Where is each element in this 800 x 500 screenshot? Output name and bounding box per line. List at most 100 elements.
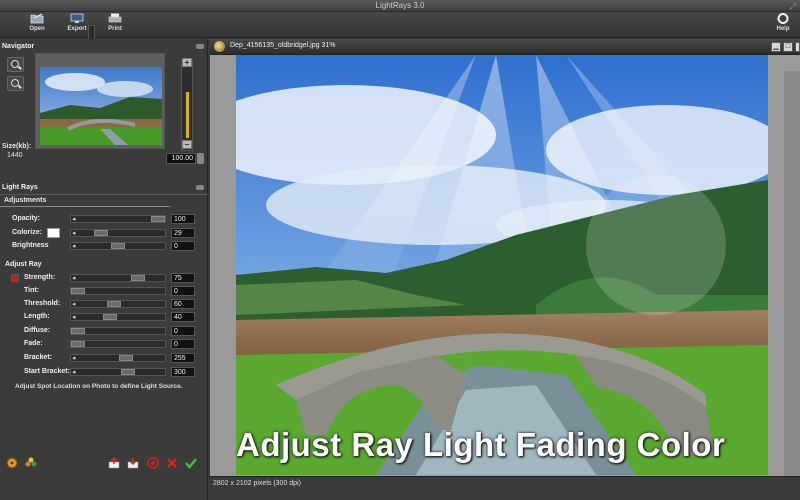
- threshold-slider[interactable]: ◂: [70, 300, 166, 308]
- start-bracket-value-field[interactable]: 300: [171, 367, 195, 377]
- load-preset-icon[interactable]: [108, 457, 120, 469]
- help-button[interactable]: Help: [768, 13, 798, 32]
- strength-value-field[interactable]: 75: [171, 273, 195, 283]
- reset-target-icon[interactable]: [147, 457, 159, 469]
- fade-slider[interactable]: ◂: [70, 340, 166, 348]
- opacity-slider-thumb[interactable]: [151, 216, 165, 222]
- strength-slider[interactable]: ◂: [70, 274, 166, 282]
- print-button-label: Print: [108, 26, 122, 32]
- tint-slider[interactable]: ◂: [70, 287, 166, 295]
- presets-flower-icon[interactable]: [25, 457, 37, 469]
- window-titlebar: LightRays 3.0 ⤢: [0, 0, 800, 12]
- document-statusbar: 2802 x 2102 pixels (300 dpi): [210, 476, 800, 500]
- brightness-value-field[interactable]: 0: [171, 241, 195, 251]
- colorize-color-swatch[interactable]: [47, 228, 60, 238]
- opacity-value-field[interactable]: 100: [171, 214, 195, 224]
- bracket-slider-thumb[interactable]: [119, 355, 133, 361]
- start-bracket-label: Start Bracket:: [24, 368, 70, 375]
- export-monitor-icon: [70, 13, 84, 23]
- slider-arrow-icon: ◂: [72, 355, 76, 362]
- lightrays-collapse-icon[interactable]: [196, 185, 204, 190]
- main-toolbar: Open Export Print Help: [0, 12, 800, 46]
- brightness-row: Brightness ◂ 0: [0, 241, 208, 252]
- save-preset-icon[interactable]: [127, 457, 139, 469]
- start-bracket-slider-thumb[interactable]: [121, 369, 135, 375]
- length-slider-thumb[interactable]: [103, 314, 117, 320]
- photo-canvas[interactable]: [236, 55, 768, 475]
- navigator-thumbnail: [40, 67, 162, 145]
- diffuse-slider[interactable]: ◂: [70, 327, 166, 335]
- threshold-label: Threshold:: [24, 300, 61, 307]
- zoom-value-field[interactable]: 100.00: [166, 153, 196, 164]
- start-bracket-slider[interactable]: ◂: [70, 368, 166, 376]
- document-close-button[interactable]: [795, 42, 800, 52]
- overlay-caption: Adjust Ray Light Fading Color: [236, 426, 726, 463]
- zoom-in-button[interactable]: +: [182, 58, 192, 67]
- zoom-stepper[interactable]: [197, 153, 204, 164]
- document-title: Dep_4156135_oldbridgel.jpg 31%: [230, 42, 336, 49]
- bracket-value-field[interactable]: 255: [171, 353, 195, 363]
- adjust-ray-title: Adjust Ray: [5, 261, 42, 268]
- colorize-value-field[interactable]: 29: [171, 228, 195, 238]
- start-bracket-row: Start Bracket: ◂ 300: [0, 367, 208, 378]
- slider-arrow-icon: ◂: [72, 216, 76, 223]
- slider-arrow-icon: ◂: [72, 369, 76, 376]
- fade-slider-thumb[interactable]: [71, 341, 85, 347]
- help-button-label: Help: [776, 26, 790, 32]
- brightness-slider-thumb[interactable]: [111, 243, 125, 249]
- bracket-slider[interactable]: ◂: [70, 354, 166, 362]
- document-maximize-button[interactable]: □: [783, 42, 793, 52]
- tint-value-field[interactable]: 0: [171, 286, 195, 296]
- navigator-hand-tool-button[interactable]: [7, 76, 24, 91]
- document-minimize-button[interactable]: ▁: [771, 42, 781, 52]
- length-value-field[interactable]: 40: [171, 312, 195, 322]
- colorize-label: Colorize:: [12, 229, 42, 236]
- length-row: Length: ◂ 40: [0, 312, 208, 323]
- brightness-slider[interactable]: ◂: [70, 242, 166, 250]
- strength-color-swatch[interactable]: [11, 274, 19, 282]
- settings-gear-icon[interactable]: [6, 457, 18, 469]
- fade-label: Fade:: [24, 340, 43, 347]
- bracket-row: Bracket: ◂ 255: [0, 353, 208, 364]
- zoom-out-button[interactable]: −: [182, 140, 192, 149]
- navigator-zoom-tool-button[interactable]: [7, 57, 24, 72]
- tab-adjustments[interactable]: Adjustments: [0, 195, 170, 207]
- open-button[interactable]: Open: [22, 13, 52, 32]
- threshold-value-field[interactable]: 60: [171, 299, 195, 309]
- open-folder-icon: [30, 13, 44, 24]
- threshold-slider-thumb[interactable]: [107, 301, 121, 307]
- diffuse-slider-thumb[interactable]: [71, 328, 85, 334]
- print-button[interactable]: Print: [100, 13, 130, 32]
- navigator-collapse-icon[interactable]: [196, 44, 204, 49]
- tint-row: Tint: ◂ 0: [0, 286, 208, 297]
- zoom-slider-fill: [186, 92, 189, 138]
- threshold-row: Threshold: ◂ 60: [0, 299, 208, 310]
- length-slider[interactable]: ◂: [70, 313, 166, 321]
- diffuse-value-field[interactable]: 0: [171, 326, 195, 336]
- opacity-label: Opacity:: [12, 215, 41, 222]
- navigator-preview[interactable]: [35, 53, 165, 149]
- colorize-slider-thumb[interactable]: [94, 230, 108, 236]
- tint-slider-thumb[interactable]: [71, 288, 85, 294]
- slider-arrow-icon: ◂: [72, 275, 76, 282]
- fade-value-field[interactable]: 0: [171, 339, 195, 349]
- brightness-label: Brightness: [12, 242, 49, 249]
- apply-checkmark-icon[interactable]: [185, 457, 197, 469]
- document-vertical-scrollbar[interactable]: [784, 71, 800, 491]
- lightrays-title: Light Rays: [2, 184, 38, 191]
- opacity-row: Opacity: ◂ 100: [0, 214, 208, 225]
- colorize-slider[interactable]: ◂: [70, 229, 166, 237]
- length-label: Length:: [24, 313, 50, 320]
- magnifier-icon: [11, 60, 19, 68]
- canvas-area[interactable]: [210, 55, 800, 491]
- diffuse-row: Diffuse: ◂ 0: [0, 326, 208, 337]
- open-button-label: Open: [29, 26, 45, 32]
- colorize-row: Colorize: ◂ 29: [0, 228, 208, 239]
- light-source-hint: Adjust Spot Location on Photo to define …: [15, 383, 183, 390]
- opacity-slider[interactable]: ◂: [70, 215, 166, 223]
- slider-arrow-icon: ◂: [72, 243, 76, 250]
- strength-slider-thumb[interactable]: [131, 275, 145, 281]
- diffuse-label: Diffuse:: [24, 327, 51, 334]
- printer-icon: [108, 13, 122, 23]
- cancel-x-icon[interactable]: [166, 457, 178, 469]
